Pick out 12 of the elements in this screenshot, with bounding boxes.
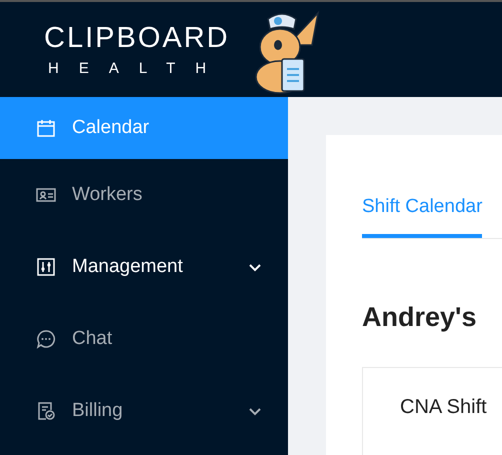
calendar-icon — [36, 118, 56, 138]
page-heading: Andrey's — [362, 300, 478, 334]
sidebar-item[interactable]: Billing — [0, 375, 288, 447]
invoice-icon — [36, 401, 56, 421]
logo-subtitle: HEALTH — [47, 60, 228, 76]
sliders-icon — [36, 257, 56, 277]
sidebar-item[interactable]: Chat — [0, 303, 288, 375]
chat-icon — [36, 329, 56, 349]
logo-title: CLIPBOARD — [44, 24, 230, 52]
sidebar-item[interactable]: Workers — [0, 159, 288, 231]
sidebar-item[interactable]: Management — [0, 231, 288, 303]
panel-title: CNA Shift — [400, 395, 488, 420]
